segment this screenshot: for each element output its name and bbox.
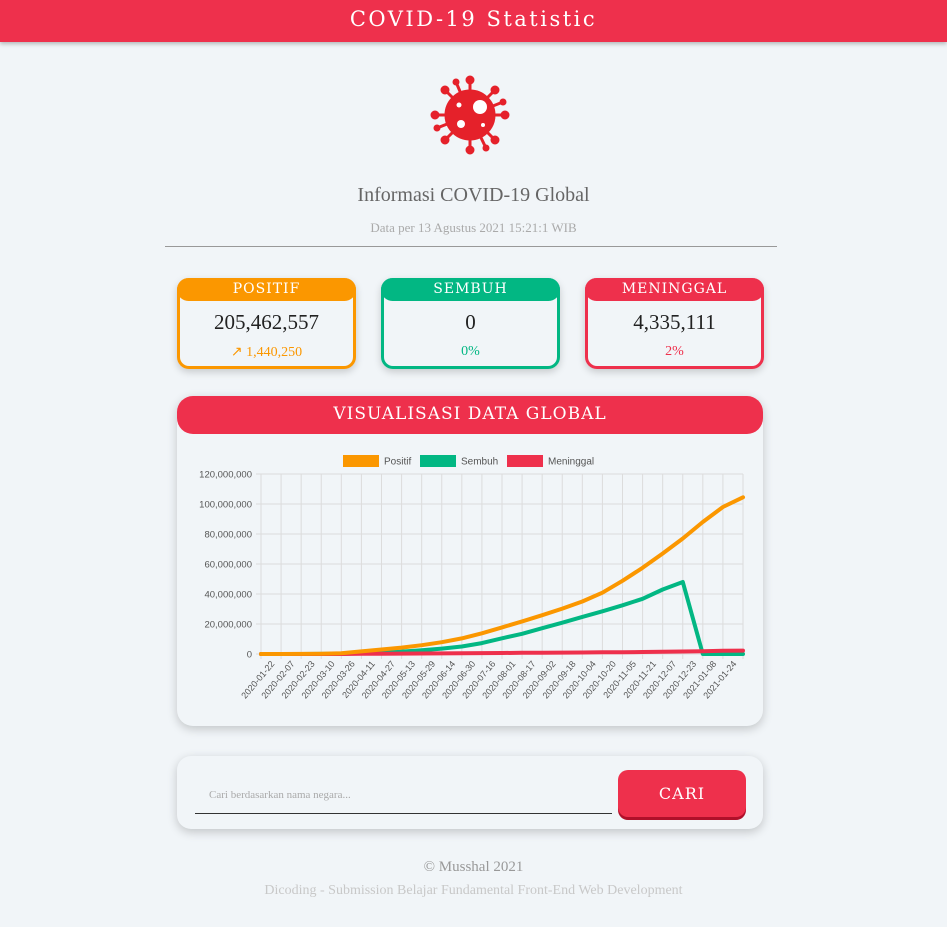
info-title: Informasi COVID-19 Global: [357, 184, 590, 206]
country-search-input[interactable]: [195, 776, 612, 814]
virus-icon: [430, 75, 510, 155]
legend-label-meninggal: Meninggal: [548, 457, 594, 468]
chart-ytick-label: 40,000,000: [204, 590, 252, 601]
legend-label-sembuh: Sembuh: [461, 457, 498, 468]
search-card: CARI: [177, 756, 763, 829]
top-bar: COVID-19 Statistic: [0, 0, 947, 42]
meninggal-label: MENINGGAL: [585, 278, 764, 301]
app-title: COVID-19 Statistic: [349, 7, 598, 31]
sembuh-percent: 0%: [461, 344, 480, 359]
positif-delta: ↗ 1,440,250: [230, 345, 303, 360]
chart-card: VISUALISASI DATA GLOBAL 0 20,000,000 40,00…: [177, 396, 763, 726]
positif-label: POSITIF: [177, 278, 356, 301]
divider: [165, 246, 777, 247]
search-button[interactable]: CARI: [618, 770, 746, 817]
meninggal-percent: 2%: [665, 344, 684, 359]
info-timestamp: Data per 13 Agustus 2021 15:21:1 WIB: [370, 220, 577, 235]
chart-ytick-label: 60,000,000: [204, 560, 252, 571]
legend-swatch-meninggal: [507, 455, 543, 467]
legend-swatch-sembuh: [420, 455, 456, 467]
footer-note: Dicoding - Submission Belajar Fundamenta…: [264, 883, 683, 898]
sembuh-card: SEMBUH 0 0%: [381, 278, 560, 369]
positif-card: POSITIF 205,462,557 ↗ 1,440,250: [177, 278, 356, 369]
chart-ytick-label: 80,000,000: [204, 530, 252, 541]
positif-value: 205,462,557: [214, 310, 319, 334]
chart-ytick-label: 120,000,000: [199, 470, 252, 481]
global-line-chart: 0 20,000,000 40,000,000 60,000,000 80,000,00…: [199, 455, 745, 701]
footer-copyright: © Musshal 2021: [423, 859, 524, 875]
meninggal-card: MENINGGAL 4,335,111 2%: [585, 278, 764, 369]
chart-ytick-label: 20,000,000: [204, 620, 252, 631]
chart-ytick-label: 0: [247, 650, 252, 661]
legend-label-positif: Positif: [384, 457, 411, 468]
sembuh-value: 0: [465, 310, 476, 334]
sembuh-label: SEMBUH: [381, 278, 560, 301]
meninggal-value: 4,335,111: [633, 310, 716, 334]
legend-swatch-positif: [343, 455, 379, 467]
chart-ytick-label: 100,000,000: [199, 500, 252, 511]
